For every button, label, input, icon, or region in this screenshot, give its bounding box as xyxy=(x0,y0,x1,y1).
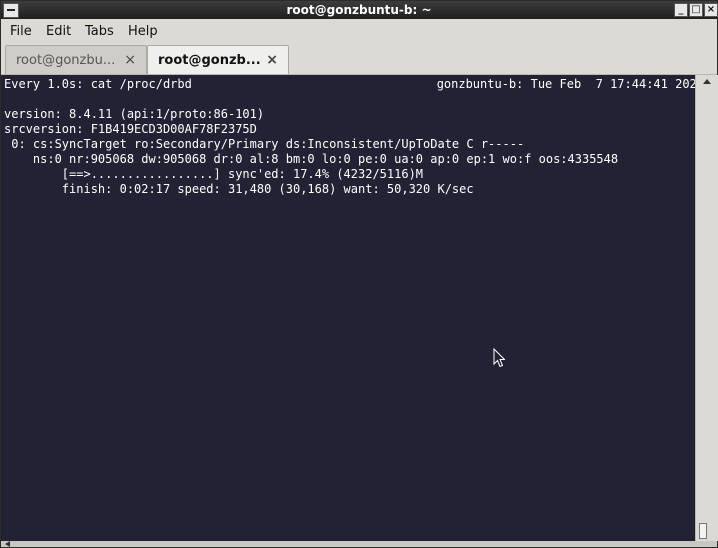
terminal-output[interactable]: Every 1.0s: cat /proc/drbd gonzbuntu-b: … xyxy=(1,75,695,541)
maximize-button[interactable]: □ xyxy=(689,3,703,17)
mouse-pointer-icon xyxy=(493,348,505,368)
title-bar[interactable]: root@gonzbuntu-b: ~ _ □ × xyxy=(1,1,718,19)
watch-header-command: Every 1.0s: cat /proc/drbd xyxy=(4,77,192,91)
menu-file[interactable]: File xyxy=(10,24,32,39)
scrollbar-thumb[interactable] xyxy=(699,523,707,539)
menu-help[interactable]: Help xyxy=(128,24,158,39)
tab-terminal-1[interactable]: root@gonzbu... × xyxy=(5,45,147,74)
terminal-line-version: version: 8.4.11 (api:1/proto:86-101) xyxy=(4,107,265,121)
terminal-line-finish: finish: 0:02:17 speed: 31,480 (30,168) w… xyxy=(4,182,474,196)
terminal-line-resource-status: 0: cs:SyncTarget ro:Secondary/Primary ds… xyxy=(4,137,525,151)
tab-terminal-2[interactable]: root@gonzb... × xyxy=(147,45,289,74)
window-title: root@gonzbuntu-b: ~ xyxy=(286,3,432,17)
minimize-button[interactable]: _ xyxy=(674,3,688,17)
menu-tabs[interactable]: Tabs xyxy=(85,24,114,39)
close-window-button[interactable]: × xyxy=(704,3,718,17)
tab-label: root@gonzb... xyxy=(158,53,261,68)
scroll-up-icon[interactable] xyxy=(703,79,711,84)
watch-header-timestamp: gonzbuntu-b: Tue Feb 7 17:44:41 2023 xyxy=(436,77,695,91)
tab-label: root@gonzbu... xyxy=(16,53,116,68)
tab-bar: root@gonzbu... × root@gonzb... × xyxy=(1,42,717,75)
terminal-line-srcversion: srcversion: F1B419ECD3D00AF78F2375D xyxy=(4,122,257,136)
horizontal-scrollbar[interactable] xyxy=(1,541,717,547)
terminal-line-counters: ns:0 nr:905068 dw:905068 dr:0 al:8 bm:0 … xyxy=(4,152,619,166)
terminal-window: root@gonzbuntu-b: ~ _ □ × File Edit Tabs… xyxy=(0,0,718,548)
vertical-scrollbar[interactable] xyxy=(695,75,718,541)
close-icon[interactable]: × xyxy=(124,52,136,68)
menu-bar: File Edit Tabs Help xyxy=(1,20,717,42)
close-icon[interactable]: × xyxy=(266,52,278,68)
menu-edit[interactable]: Edit xyxy=(46,24,71,39)
scroll-left-icon[interactable] xyxy=(5,541,10,547)
terminal-line-progress: [==>.................] sync'ed: 17.4% (4… xyxy=(4,167,424,181)
